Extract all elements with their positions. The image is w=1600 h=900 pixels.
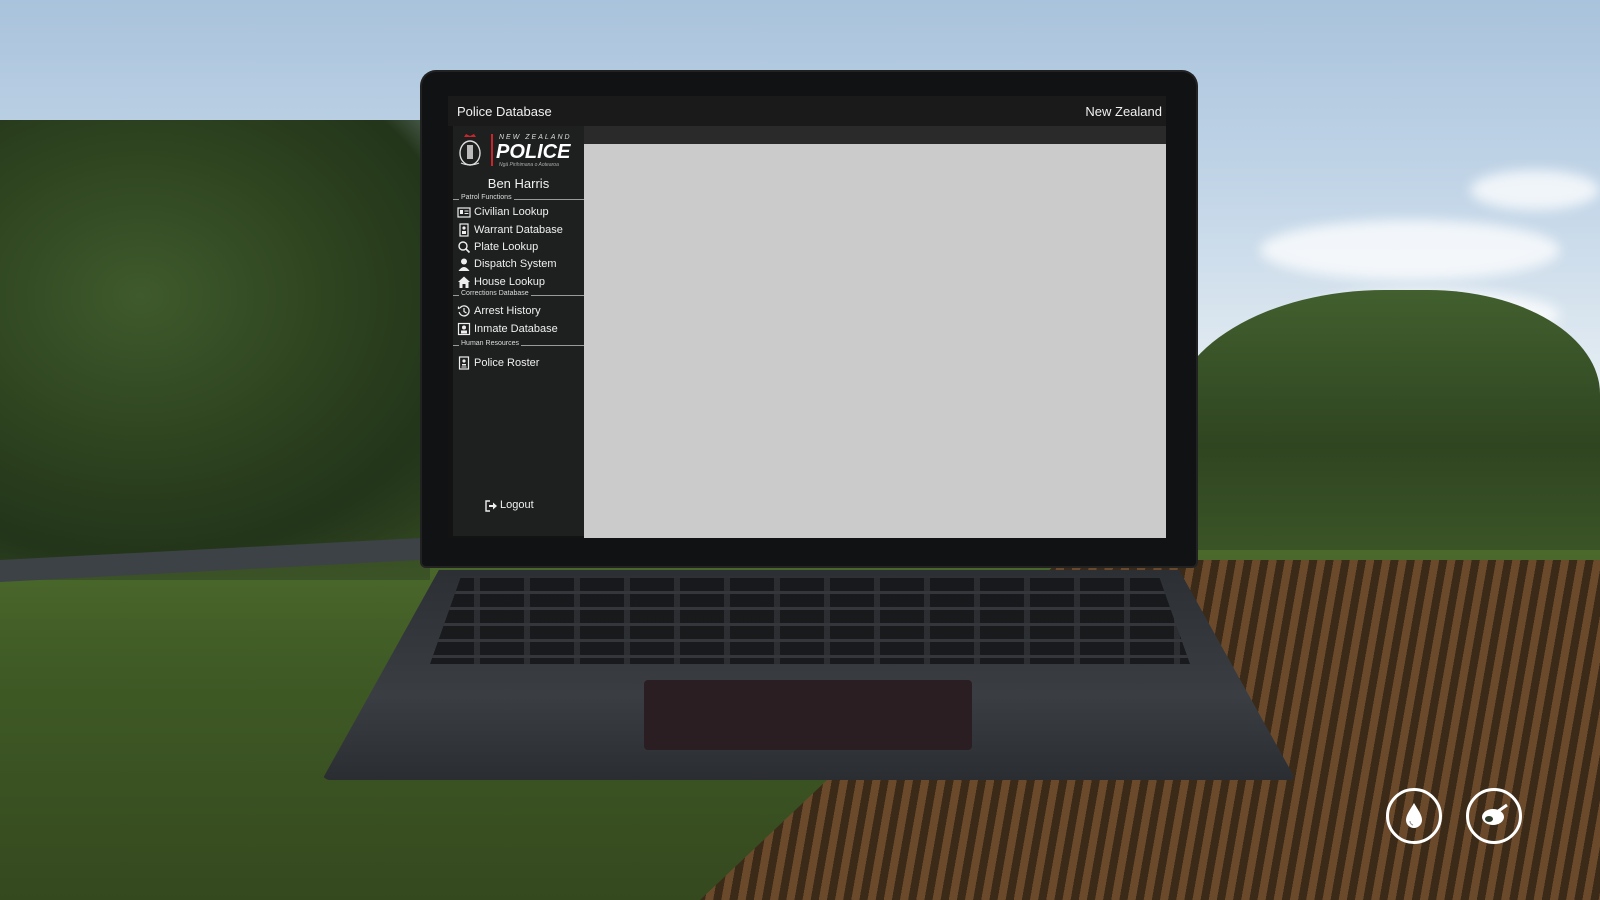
sidebar-item-label: House Lookup — [474, 276, 545, 288]
sidebar-item-warrant-database[interactable]: Warrant Database — [457, 222, 584, 239]
sidebar-item-label: Dispatch System — [474, 258, 557, 270]
title-bar: Police Database New Zealand — [448, 96, 1166, 126]
police-logo: NEW ZEALAND POLICE Ngā Pirihimana o Aote… — [455, 128, 582, 172]
sidebar-item-label: Arrest History — [474, 305, 541, 317]
id-card-icon — [457, 207, 471, 218]
sidebar-item-civilian-lookup[interactable]: Civilian Lookup — [457, 204, 584, 221]
laptop-screen: Police Database New Zealand NEW ZEALAND … — [448, 96, 1166, 538]
logout-label: Logout — [500, 499, 534, 511]
sidebar-item-label: Civilian Lookup — [474, 206, 549, 218]
sidebar-item-label: Warrant Database — [474, 224, 563, 236]
section-patrol-functions: Patrol Functions — [453, 194, 584, 204]
logo-accent-bar — [491, 134, 493, 166]
thirst-hud-button[interactable] — [1386, 788, 1442, 844]
user-name: Ben Harris — [487, 176, 550, 191]
sidebar-item-plate-lookup[interactable]: Plate Lookup — [457, 239, 584, 256]
crest-icon — [459, 134, 481, 166]
cloud — [1470, 170, 1600, 210]
user-icon — [458, 258, 470, 271]
section-label: Corrections Database — [459, 290, 531, 297]
sidebar-item-dispatch-system[interactable]: Dispatch System — [457, 256, 584, 273]
roster-icon — [458, 356, 470, 370]
trees-left-canopy — [0, 120, 470, 560]
sidebar-item-label: Police Roster — [474, 357, 540, 369]
document-icon — [459, 223, 469, 237]
cloud — [1260, 220, 1560, 280]
hunger-hud-button[interactable] — [1466, 788, 1522, 844]
section-human-resources: Human Resources — [453, 340, 584, 350]
logo-maori: Ngā Pirihimana o Aotearoa — [499, 162, 559, 168]
house-icon — [458, 276, 470, 288]
content-header-strip — [584, 126, 1166, 144]
sidebar-item-house-lookup[interactable]: House Lookup — [457, 274, 584, 291]
sidebar-item-arrest-history[interactable]: Arrest History — [457, 303, 584, 320]
laptop-keyboard-rows — [430, 578, 1190, 664]
main-content-area — [584, 144, 1166, 538]
sidebar-item-inmate-database[interactable]: Inmate Database — [457, 321, 584, 338]
logout-icon — [485, 500, 497, 512]
laptop-trackpad — [644, 680, 972, 750]
inmate-icon — [457, 322, 471, 336]
region-label: New Zealand — [1085, 104, 1162, 119]
food-icon — [1482, 803, 1508, 825]
app-title: Police Database — [457, 104, 552, 119]
section-corrections-database: Corrections Database — [453, 290, 584, 300]
search-icon — [458, 241, 471, 254]
logo-country: NEW ZEALAND — [499, 134, 572, 141]
logo-name: POLICE — [496, 141, 571, 163]
sidebar-item-police-roster[interactable]: Police Roster — [457, 355, 584, 372]
water-drop-icon — [1406, 803, 1422, 828]
trees-right — [1170, 290, 1600, 550]
sidebar-item-label: Plate Lookup — [474, 241, 539, 253]
section-label: Human Resources — [459, 340, 521, 347]
sidebar-item-label: Inmate Database — [474, 323, 558, 335]
history-icon — [457, 305, 470, 317]
section-label: Patrol Functions — [459, 194, 514, 201]
sidebar: NEW ZEALAND POLICE Ngā Pirihimana o Aote… — [453, 126, 584, 536]
